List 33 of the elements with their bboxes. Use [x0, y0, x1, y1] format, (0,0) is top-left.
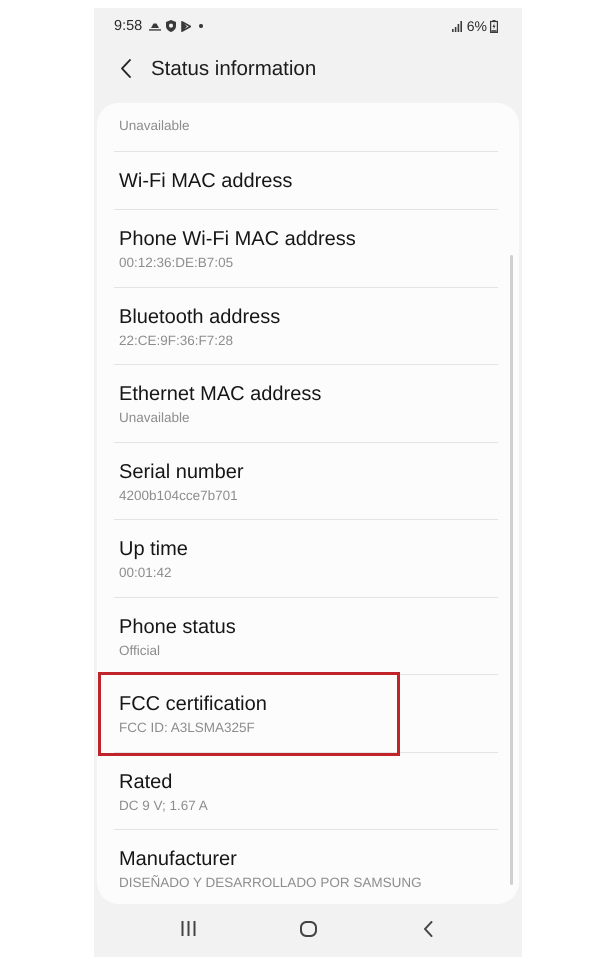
- play-icon: [181, 20, 192, 32]
- setting-title: Up time: [119, 537, 189, 561]
- battery-icon: [490, 20, 498, 32]
- setting-title: Phone status: [119, 614, 237, 638]
- signal-icon: [452, 20, 462, 32]
- setting-value: 00:01:42: [119, 564, 173, 582]
- dot-icon: [199, 24, 204, 28]
- setting-title: Phone Wi-Fi MAC address: [119, 227, 357, 251]
- setting-title: FCC certification: [119, 692, 268, 716]
- setting-title: Rated: [119, 770, 174, 794]
- setting-title: Bluetooth address: [119, 304, 282, 328]
- setting-value: Unavailable: [119, 409, 191, 427]
- recents-icon[interactable]: [180, 921, 196, 936]
- setting-value: 4200b104cce7b701: [119, 486, 239, 504]
- shield-icon: [166, 20, 176, 32]
- setting-title: Manufacturer: [119, 847, 238, 871]
- setting-title: Ethernet MAC address: [119, 382, 322, 406]
- back-icon[interactable]: [423, 920, 433, 936]
- page-title: Status information: [151, 56, 316, 80]
- hill-icon: [149, 21, 162, 31]
- status-time: 9:58: [114, 18, 142, 34]
- setting-title: Wi-Fi MAC address: [119, 169, 294, 193]
- setting-value: DC 9 V; 1.67 A: [119, 796, 209, 814]
- setting-value: DISEÑADO Y DESARROLLADO POR SAMSUNG: [119, 874, 423, 892]
- back-icon[interactable]: [120, 59, 131, 78]
- setting-value: 00:12:36:DE:B7:05: [119, 254, 234, 272]
- setting-value: Unavailable: [119, 117, 191, 135]
- setting-value: 22:CE:9F:36:F7:28: [119, 332, 234, 350]
- setting-value: FCC ID: A3LSMA325F: [119, 719, 256, 737]
- battery-percent: 6%: [466, 18, 487, 34]
- setting-value: Official: [119, 642, 162, 660]
- setting-title: Serial number: [119, 460, 245, 484]
- home-icon[interactable]: [300, 920, 316, 936]
